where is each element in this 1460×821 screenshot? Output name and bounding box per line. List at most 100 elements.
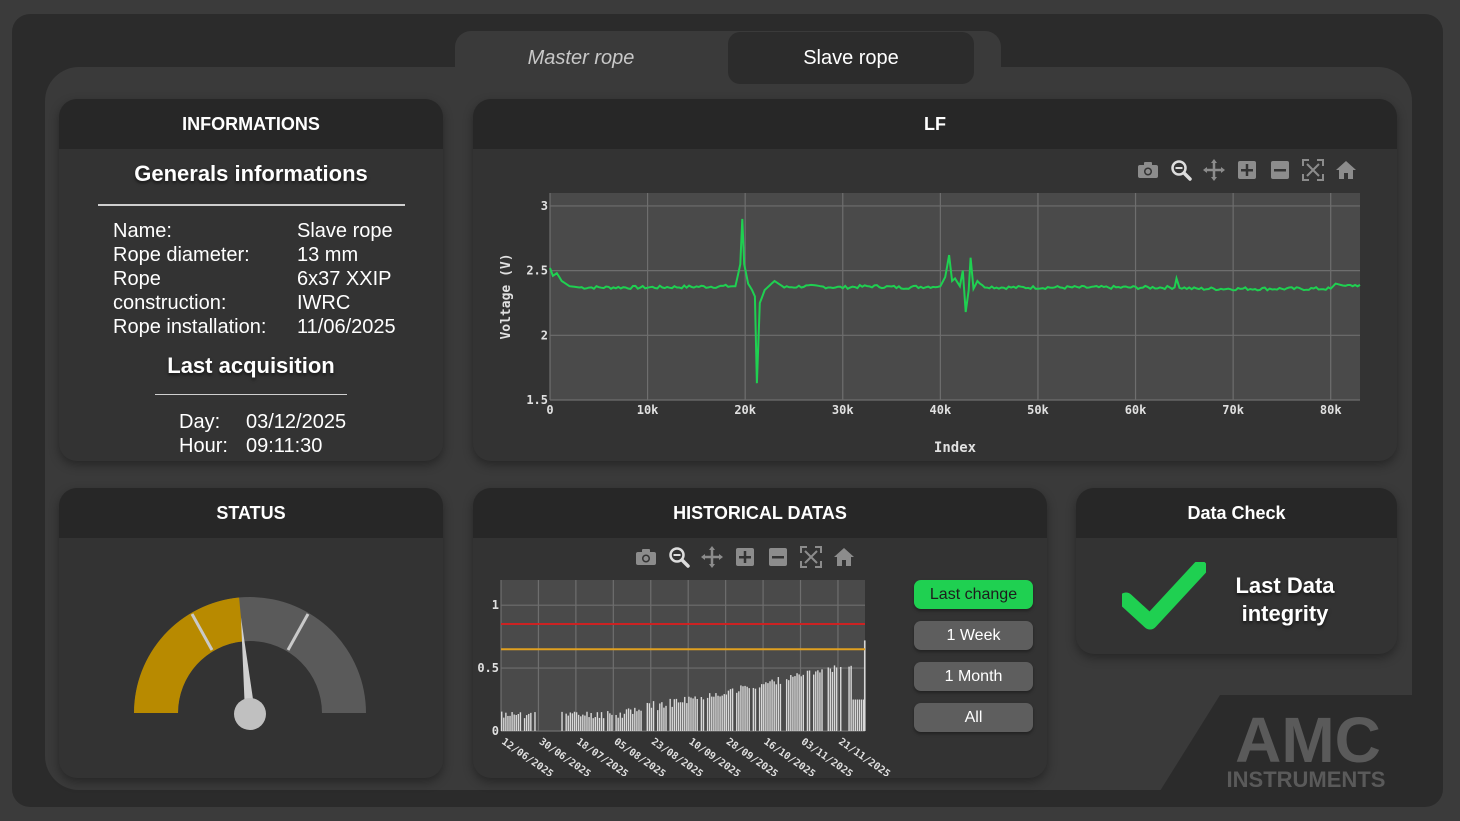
y-tick-label: 1.5 <box>526 393 548 407</box>
x-tick-label: 40k <box>930 403 952 417</box>
bar <box>611 714 613 731</box>
bar <box>831 671 834 731</box>
bar <box>758 687 761 731</box>
lf-toolbar <box>1136 158 1357 181</box>
x-tick-label: 80k <box>1320 403 1342 417</box>
bar <box>709 693 711 731</box>
zoom-icon[interactable] <box>1169 158 1192 181</box>
bar <box>519 712 522 731</box>
datacheck-status: Last Data integrity <box>1226 572 1344 628</box>
amc-logo: AMC INSTRUMENTS <box>1160 695 1412 791</box>
last-acquisition-title: Last acquisition <box>167 353 335 378</box>
bar <box>817 670 819 731</box>
bar <box>584 715 586 731</box>
bar <box>686 703 688 731</box>
bar <box>746 686 748 731</box>
autoscale-icon[interactable] <box>799 545 822 568</box>
bar <box>848 666 850 731</box>
last-change-button[interactable]: Last change <box>914 580 1033 609</box>
y-tick-label: 1 <box>492 598 499 612</box>
one-month-button[interactable]: 1 Month <box>914 662 1033 691</box>
all-button[interactable]: All <box>914 703 1033 732</box>
home-icon[interactable] <box>1334 158 1357 181</box>
bar <box>715 693 717 731</box>
zoom-out-icon[interactable] <box>766 545 789 568</box>
bar <box>580 716 582 731</box>
bar <box>779 683 782 731</box>
bar <box>775 684 777 731</box>
bar <box>850 665 852 731</box>
y-tick-label: 0 <box>492 724 499 738</box>
pan-icon[interactable] <box>1202 158 1225 181</box>
one-week-button[interactable]: 1 Week <box>914 621 1033 650</box>
bar <box>763 684 765 731</box>
bar <box>860 699 863 731</box>
bar <box>673 699 676 731</box>
bar <box>792 676 794 731</box>
bar <box>754 688 757 731</box>
bar <box>800 676 802 731</box>
datacheck-header: Data Check <box>1076 488 1397 538</box>
bar <box>790 675 792 731</box>
x-tick-label: 20k <box>734 403 756 417</box>
zoom-icon[interactable] <box>667 545 690 568</box>
label-day: Day: <box>179 411 221 433</box>
bar <box>665 705 667 731</box>
bar <box>590 712 592 731</box>
tab-slave-rope[interactable]: Slave rope <box>728 32 974 84</box>
historical-chart[interactable]: 12/06/202530/06/202518/07/202505/08/2025… <box>473 570 903 776</box>
status-gauge <box>134 597 366 730</box>
zoom-out-icon[interactable] <box>1268 158 1291 181</box>
zoom-in-icon[interactable] <box>1235 158 1258 181</box>
bar <box>856 699 859 731</box>
bar <box>692 698 694 731</box>
bar <box>765 682 767 731</box>
bar <box>615 714 617 731</box>
value-name: Slave rope <box>297 220 393 242</box>
bar <box>794 676 796 731</box>
bar <box>600 712 603 731</box>
bar <box>694 696 696 731</box>
bar <box>835 667 838 731</box>
bar <box>657 710 659 731</box>
bar <box>688 696 690 731</box>
bar <box>677 702 680 731</box>
home-icon[interactable] <box>832 545 855 568</box>
bar <box>505 712 507 731</box>
bar <box>561 711 563 731</box>
camera-icon[interactable] <box>634 545 657 568</box>
bar <box>513 714 515 731</box>
bar <box>742 686 744 731</box>
bar <box>646 702 648 731</box>
pan-icon[interactable] <box>700 545 723 568</box>
zoom-in-icon[interactable] <box>733 545 756 568</box>
x-tick-label: 50k <box>1027 403 1049 417</box>
bar <box>796 673 798 731</box>
bar <box>725 694 728 731</box>
bar <box>586 711 588 731</box>
bar <box>717 695 719 731</box>
bar <box>607 711 609 731</box>
value-day: 03/12/2025 <box>246 411 347 433</box>
autoscale-icon[interactable] <box>1301 158 1324 181</box>
bar <box>571 713 574 731</box>
lf-chart[interactable]: 0 10k 20k 30k 40k 50k 60k 70k 80k1.522.53IndexVo… <box>473 180 1397 460</box>
bar <box>696 699 698 731</box>
y-tick-label: 3 <box>541 199 548 213</box>
bar <box>629 709 632 731</box>
bar <box>821 669 823 731</box>
bar <box>829 668 832 731</box>
status-header: STATUS <box>59 488 443 538</box>
tab-master-rope[interactable]: Master rope <box>458 32 704 84</box>
bar <box>769 681 771 731</box>
camera-icon[interactable] <box>1136 158 1159 181</box>
bar <box>569 712 572 731</box>
datacheck-panel: Data Check Last Data integrity <box>1076 488 1397 654</box>
bar <box>808 670 811 731</box>
bar <box>663 707 665 731</box>
datacheck-line2: integrity <box>1241 601 1329 626</box>
historical-header: HISTORICAL DATAS <box>473 488 1047 538</box>
bar <box>577 714 580 731</box>
bar <box>659 703 661 731</box>
bar <box>582 714 584 731</box>
